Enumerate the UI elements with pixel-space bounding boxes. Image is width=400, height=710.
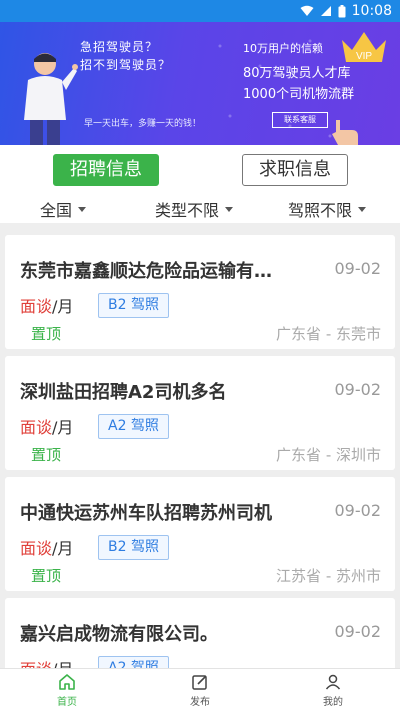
banner-stat-3: 1000个司机物流群	[243, 87, 355, 102]
nav-me-label: 我的	[323, 697, 343, 708]
tab-job-seeking[interactable]: 求职信息	[242, 154, 348, 186]
salary-value: 面谈	[20, 418, 53, 437]
job-card[interactable]: 中通快运苏州车队招聘苏州司机 09-02 面谈/月 B2 驾照 置顶 江苏省 -…	[5, 477, 395, 591]
chevron-down-icon	[78, 206, 87, 212]
job-salary: 面谈/月	[20, 656, 73, 668]
home-icon	[59, 674, 75, 690]
license-badge: B2 驾照	[98, 535, 169, 560]
job-location: 江苏省 - 苏州市	[276, 567, 381, 585]
tab-recruit-info[interactable]: 招聘信息	[53, 154, 159, 186]
status-bar: 10:08	[0, 0, 400, 22]
vip-crown-icon: VIP	[342, 32, 386, 62]
pinned-label: 置顶	[31, 325, 62, 343]
job-location: 广东省 - 深圳市	[276, 446, 381, 464]
tabs-bar: 招聘信息 求职信息	[0, 145, 400, 193]
pinned-label: 置顶	[31, 567, 62, 585]
salary-unit: /月	[52, 297, 74, 316]
bottom-nav: 首页 发布 我的	[0, 668, 400, 710]
job-card[interactable]: 深圳盐田招聘A2司机多名 09-02 面谈/月 A2 驾照 置顶 广东省 - 深…	[5, 356, 395, 470]
nav-home[interactable]: 首页	[37, 673, 97, 708]
salary-unit: /月	[52, 539, 74, 558]
promo-banner[interactable]: 急招驾驶员？ 招不到驾驶员？ 早一天出车，多赚一天的钱！ 10万用户的信赖 80…	[0, 22, 400, 145]
salary-unit: /月	[52, 660, 73, 668]
license-badge: B2 驾照	[98, 293, 169, 318]
banner-stat-2: 80万驾驶员人才库	[243, 66, 351, 81]
nav-post[interactable]: 发布	[170, 673, 230, 708]
status-time: 10:08	[351, 3, 392, 19]
salary-unit: /月	[52, 418, 74, 437]
filter-bar: 全国 类型不限 驾照不限	[0, 193, 400, 223]
salary-value: 面谈	[20, 660, 52, 668]
salary-value: 面谈	[20, 539, 53, 558]
job-salary: 面谈/月	[20, 414, 73, 438]
battery-icon	[338, 4, 346, 17]
edit-icon	[192, 675, 207, 690]
person-illustration	[24, 53, 78, 145]
banner-stat-1: 10万用户的信赖	[243, 42, 323, 55]
job-salary: 面谈/月	[20, 293, 73, 317]
salary-value: 面谈	[20, 297, 53, 316]
job-date: 09-02	[334, 501, 382, 520]
region-filter-label: 全国	[40, 201, 73, 220]
nav-post-label: 发布	[190, 697, 210, 708]
vip-label: VIP	[356, 51, 372, 62]
job-title: 深圳盐田招聘A2司机多名	[20, 382, 227, 403]
job-salary: 面谈/月	[20, 535, 73, 559]
chevron-down-icon	[358, 206, 367, 212]
license-badge: A2 驾照	[98, 656, 169, 668]
signal-icon	[320, 6, 331, 16]
contact-service-button[interactable]: 联系客服	[272, 112, 328, 128]
job-title: 东莞市嘉鑫顺达危险品运输有限公司	[20, 261, 278, 282]
chevron-down-icon	[225, 206, 234, 212]
license-badge: A2 驾照	[98, 414, 169, 439]
banner-question-2: 招不到驾驶员？	[80, 58, 172, 72]
job-date: 09-02	[334, 622, 382, 641]
pointing-hand-icon	[332, 120, 358, 145]
license-filter-label: 驾照不限	[288, 201, 353, 220]
license-filter[interactable]: 驾照不限	[288, 197, 367, 221]
banner-slogan: 早一天出车，多赚一天的钱！	[84, 119, 202, 129]
user-icon	[325, 674, 341, 690]
job-title: 中通快运苏州车队招聘苏州司机	[20, 503, 272, 524]
job-date: 09-02	[334, 259, 382, 278]
nav-home-label: 首页	[57, 697, 77, 708]
job-location: 广东省 - 东莞市	[276, 325, 381, 343]
banner-question-1: 急招驾驶员？	[80, 40, 159, 54]
job-card[interactable]: 嘉兴启成物流有限公司。 09-02 面谈/月 A2 驾照 置顶	[5, 598, 395, 668]
job-card[interactable]: 东莞市嘉鑫顺达危险品运输有限公司 09-02 面谈/月 B2 驾照 置顶 广东省…	[5, 235, 395, 349]
job-date: 09-02	[334, 380, 382, 399]
job-title: 嘉兴启成物流有限公司。	[20, 624, 218, 645]
type-filter-label: 类型不限	[155, 201, 220, 220]
nav-me[interactable]: 我的	[303, 673, 363, 708]
type-filter[interactable]: 类型不限	[155, 197, 234, 221]
job-list[interactable]: 东莞市嘉鑫顺达危险品运输有限公司 09-02 面谈/月 B2 驾照 置顶 广东省…	[0, 232, 400, 668]
region-filter[interactable]: 全国	[40, 197, 87, 221]
wifi-icon	[300, 5, 314, 16]
pinned-label: 置顶	[31, 446, 62, 464]
